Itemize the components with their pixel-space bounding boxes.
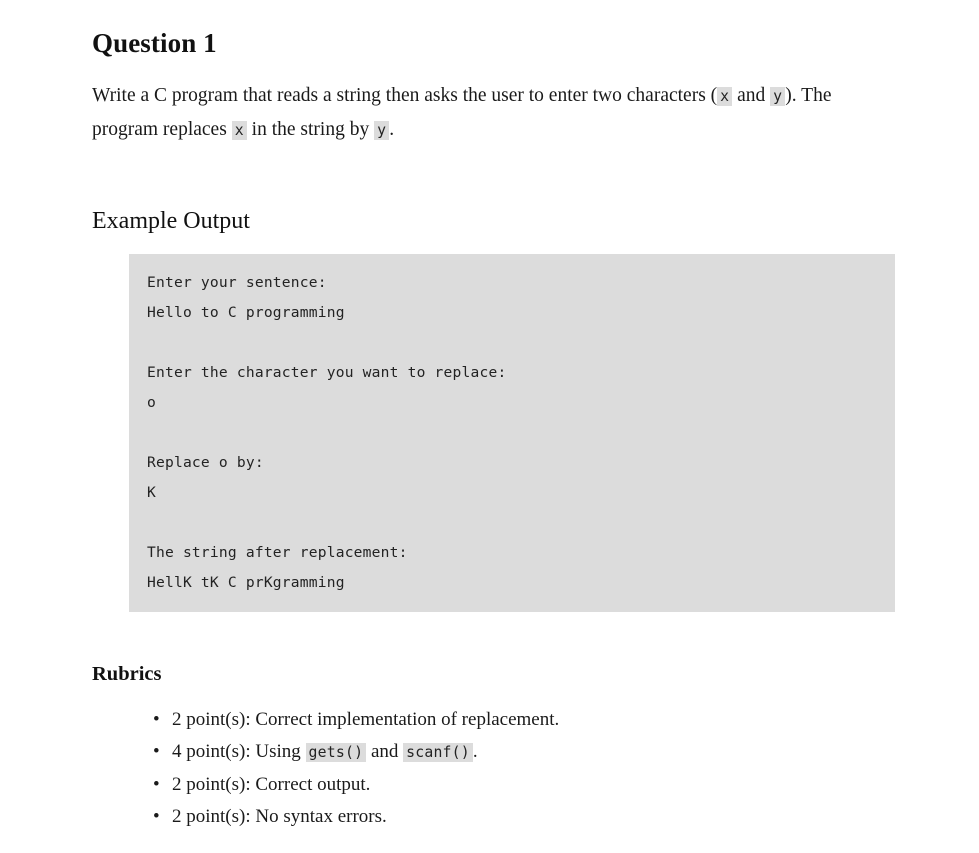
- assignment-page: Question 1 Write a C program that reads …: [0, 0, 979, 853]
- question-prompt: Write a C program that reads a string th…: [92, 57, 867, 147]
- code-line: Replace o by:: [147, 454, 264, 471]
- inline-code-y-second: y: [374, 121, 390, 140]
- rubric-item: 4 point(s): Using gets() and scanf().: [153, 736, 895, 769]
- rubric-item: 2 point(s): Correct implementation of re…: [153, 704, 895, 736]
- rubrics-list: 2 point(s): Correct implementation of re…: [92, 685, 895, 833]
- inline-code-y-first: y: [770, 87, 786, 106]
- code-line: The string after replacement:: [147, 544, 408, 561]
- rubric-text: 2 point(s): Correct implementation of re…: [172, 708, 560, 730]
- code-line: Enter the character you want to replace:: [147, 364, 507, 381]
- code-line: o: [147, 394, 156, 411]
- rubric-text: 4 point(s): Using: [172, 740, 306, 762]
- inline-code-scanf: scanf(): [403, 742, 473, 762]
- page-title: Question 1: [92, 28, 217, 58]
- rubric-item: 2 point(s): Correct output.: [153, 769, 895, 801]
- rubric-text: 2 point(s): No syntax errors.: [172, 805, 387, 827]
- prompt-text-part-4: in the string by: [246, 119, 375, 140]
- prompt-text-part-2: and: [732, 85, 771, 106]
- code-line: HellK tK C prKgramming: [147, 574, 345, 591]
- inline-code-x-second: x: [231, 121, 247, 140]
- rubrics-heading: Rubrics: [92, 663, 162, 685]
- inline-code-x-first: x: [717, 87, 733, 106]
- rubric-text-mid: and: [366, 740, 404, 762]
- prompt-text-part-5: .: [389, 119, 395, 140]
- rubric-text: 2 point(s): Correct output.: [172, 773, 371, 795]
- rubric-text-after: .: [472, 740, 478, 762]
- inline-code-gets: gets(): [305, 742, 367, 762]
- code-line: Enter your sentence:: [147, 274, 327, 291]
- example-output-codeblock: Enter your sentence: Hello to C programmi…: [129, 254, 895, 612]
- code-line: Hello to C programming: [147, 304, 345, 321]
- prompt-text-part-1: Write a C program that reads a string th…: [92, 85, 718, 106]
- code-line: K: [147, 484, 156, 501]
- example-output-heading: Example Output: [92, 208, 250, 234]
- rubric-item: 2 point(s): No syntax errors.: [153, 801, 895, 833]
